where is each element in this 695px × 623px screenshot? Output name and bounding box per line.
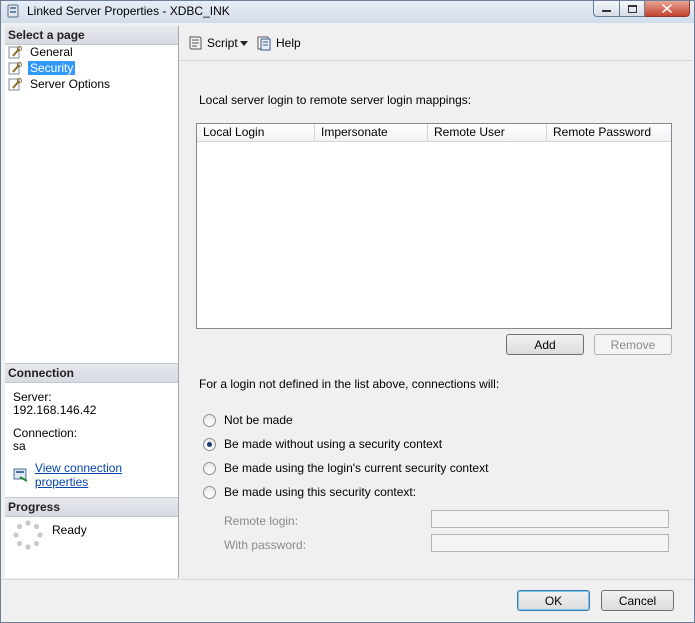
with-password-input[interactable] bbox=[431, 534, 669, 552]
minimize-icon bbox=[602, 9, 611, 12]
radio-without-security-context[interactable]: Be made without using a security context bbox=[203, 436, 442, 452]
radio-button[interactable] bbox=[203, 413, 216, 427]
ok-button[interactable]: OK bbox=[517, 590, 590, 611]
undefined-login-instruction: For a login not defined in the list abov… bbox=[199, 377, 500, 391]
close-button[interactable] bbox=[645, 1, 690, 17]
maximize-icon bbox=[627, 4, 637, 13]
remove-button[interactable]: Remove bbox=[594, 334, 672, 355]
minimize-button[interactable] bbox=[593, 1, 620, 17]
help-label: Help bbox=[276, 36, 301, 50]
maximize-button[interactable] bbox=[620, 1, 645, 17]
column-header-impersonate[interactable]: Impersonate bbox=[315, 124, 428, 141]
radio-button[interactable] bbox=[203, 437, 216, 451]
wrench-page-icon bbox=[8, 78, 22, 91]
sidebar-item-general[interactable]: General bbox=[8, 44, 75, 60]
radio-label: Be made using the login's current securi… bbox=[224, 461, 489, 475]
sidebar-item-label: Security bbox=[28, 61, 76, 75]
radio-not-be-made[interactable]: Not be made bbox=[203, 412, 293, 428]
column-header-remote-password[interactable]: Remote Password bbox=[547, 124, 671, 141]
connection-header: Connection bbox=[5, 363, 178, 383]
server-value: 192.168.146.42 bbox=[13, 403, 97, 417]
select-page-header: Select a page bbox=[5, 26, 178, 45]
cancel-button[interactable]: Cancel bbox=[601, 590, 674, 611]
connection-value: sa bbox=[13, 439, 26, 453]
connection-label: Connection: bbox=[13, 426, 78, 440]
script-label: Script bbox=[207, 36, 238, 50]
help-icon bbox=[257, 36, 271, 51]
progress-status: Ready bbox=[52, 523, 87, 537]
title-bar[interactable]: Linked Server Properties - XDBC_INK bbox=[1, 1, 694, 23]
sidebar-item-server-options[interactable]: Server Options bbox=[8, 76, 112, 92]
radio-button[interactable] bbox=[203, 485, 216, 499]
security-page: Script Help Local server login to remote… bbox=[179, 26, 692, 578]
add-button[interactable]: Add bbox=[506, 334, 584, 355]
connection-properties-icon bbox=[13, 468, 28, 482]
radio-this-security-context[interactable]: Be made using this security context: bbox=[203, 484, 416, 500]
script-icon bbox=[189, 36, 202, 50]
left-pane: Select a page General Security Server Op… bbox=[5, 26, 179, 578]
column-header-local-login[interactable]: Local Login bbox=[197, 124, 315, 141]
progress-spinner-icon bbox=[13, 520, 43, 550]
sidebar-item-label: Server Options bbox=[30, 77, 111, 91]
window-controls bbox=[593, 1, 690, 17]
dropdown-arrow-icon bbox=[240, 40, 248, 46]
script-dropdown-button[interactable] bbox=[240, 34, 248, 52]
radio-label: Be made using this security context: bbox=[224, 485, 417, 499]
wrench-page-icon bbox=[8, 46, 22, 59]
help-button[interactable]: Help bbox=[256, 34, 301, 52]
mappings-instruction: Local server login to remote server logi… bbox=[199, 93, 472, 107]
view-connection-properties-link[interactable]: View connection properties bbox=[13, 461, 178, 489]
radio-label: Not be made bbox=[224, 413, 293, 427]
grid-header: Local Login Impersonate Remote User Remo… bbox=[197, 124, 671, 142]
wrench-page-icon bbox=[8, 62, 22, 75]
window-title: Linked Server Properties - XDBC_INK bbox=[27, 4, 230, 18]
database-server-icon bbox=[7, 4, 19, 18]
toolbar: Script Help bbox=[179, 26, 692, 61]
sidebar-item-label: General bbox=[30, 45, 73, 59]
column-header-remote-user[interactable]: Remote User bbox=[428, 124, 547, 141]
remote-login-input[interactable] bbox=[431, 510, 669, 528]
remote-login-label: Remote login: bbox=[224, 514, 299, 528]
with-password-label: With password: bbox=[224, 538, 307, 552]
radio-login-current-context[interactable]: Be made using the login's current securi… bbox=[203, 460, 488, 476]
server-label: Server: bbox=[13, 390, 52, 404]
login-mappings-grid[interactable]: Local Login Impersonate Remote User Remo… bbox=[196, 123, 672, 329]
linked-server-properties-window: Linked Server Properties - XDBC_INK Sele… bbox=[0, 0, 695, 623]
radio-label: Be made without using a security context bbox=[224, 437, 443, 451]
sidebar-item-security[interactable]: Security bbox=[8, 60, 76, 76]
script-button[interactable]: Script bbox=[187, 34, 238, 52]
dialog-footer: OK Cancel bbox=[1, 579, 694, 622]
close-icon bbox=[662, 4, 672, 13]
radio-button[interactable] bbox=[203, 461, 216, 475]
progress-header: Progress bbox=[5, 497, 178, 517]
